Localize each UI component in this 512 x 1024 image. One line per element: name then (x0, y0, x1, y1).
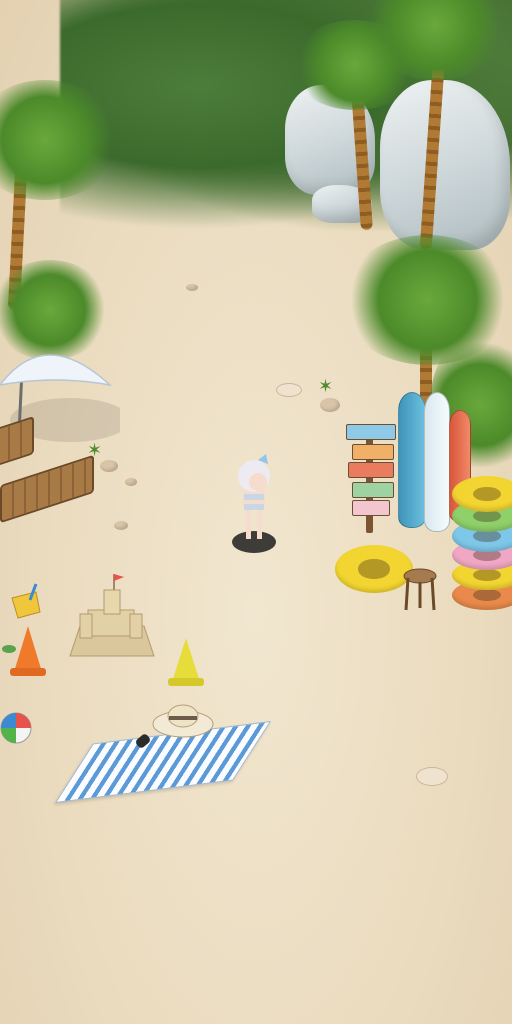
signpost-board (352, 500, 390, 516)
wooden-stool (403, 568, 437, 611)
seashell (416, 767, 448, 786)
sand-bucket (11, 583, 41, 619)
game-scene[interactable]: ✶ ✶ (0, 0, 512, 1024)
palm-tree-fronds (290, 20, 420, 110)
surfboard (398, 392, 426, 528)
traffic-cone (14, 626, 42, 672)
pebble (114, 521, 128, 530)
signpost-board (352, 444, 394, 460)
signpost (344, 420, 400, 535)
signpost-board (352, 482, 394, 498)
plant-sprout: ✶ (87, 440, 103, 461)
swim-ring (452, 476, 512, 512)
lounge-chair (0, 454, 94, 524)
seashell (276, 383, 302, 397)
signpost-board (346, 424, 396, 440)
player-character[interactable] (228, 452, 280, 556)
lounge-chair (0, 415, 34, 479)
traffic-cone-base (10, 668, 46, 676)
signpost-board (348, 462, 394, 478)
character-sprite-icon (232, 454, 276, 553)
rock (380, 80, 510, 250)
beach-ball (0, 712, 32, 744)
pebble (125, 478, 137, 486)
pebble (100, 460, 118, 472)
traffic-cone (172, 638, 200, 682)
plant-sprout: ✶ (318, 376, 334, 397)
surfboard (424, 392, 450, 532)
straw-hat (152, 704, 214, 738)
sandcastle (69, 574, 155, 657)
pebble (186, 284, 198, 291)
traffic-cone-base (168, 678, 204, 686)
pebble (320, 398, 340, 412)
